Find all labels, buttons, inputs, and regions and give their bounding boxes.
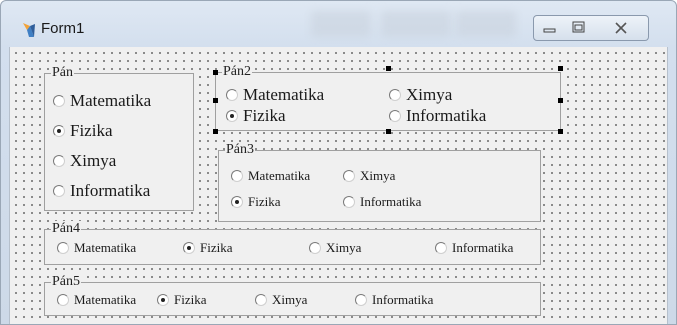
- radio-checked-icon: [226, 110, 238, 122]
- radio-matematika[interactable]: Matematika: [53, 91, 151, 111]
- radio-label: Fizika: [70, 121, 113, 140]
- radio-informatika[interactable]: Informatika: [435, 240, 513, 256]
- window-title: Form1: [41, 20, 85, 37]
- radio-circle-icon: [57, 294, 69, 306]
- radio-ximya[interactable]: Ximya: [53, 151, 116, 171]
- radio-circle-icon: [255, 294, 267, 306]
- selection-handle[interactable]: [386, 129, 391, 134]
- group-pan1: Pán Matematika Fizika Ximya Informatika: [44, 65, 194, 211]
- title-bar[interactable]: Form1: [1, 1, 676, 47]
- selection-handle[interactable]: [386, 66, 391, 71]
- selection-handle[interactable]: [213, 98, 218, 103]
- radio-circle-icon: [435, 242, 447, 254]
- radio-informatika[interactable]: Informatika: [343, 194, 421, 210]
- radio-informatika[interactable]: Informatika: [53, 181, 150, 201]
- radio-circle-icon: [389, 110, 401, 122]
- radio-circle-icon: [53, 155, 65, 167]
- form-design-surface[interactable]: Pán Matematika Fizika Ximya Informatika …: [9, 47, 668, 324]
- selection-handle[interactable]: [213, 129, 218, 134]
- radio-matematika[interactable]: Matematika: [231, 168, 310, 184]
- radio-circle-icon: [231, 170, 243, 182]
- radio-label: Matematika: [74, 240, 137, 255]
- group-label: Pán3: [225, 142, 255, 158]
- close-icon: [615, 22, 627, 34]
- radio-label: Ximya: [70, 151, 117, 170]
- radio-label: Matematika: [74, 292, 137, 307]
- app-icon: [23, 23, 35, 37]
- radio-label: Ximya: [272, 292, 308, 307]
- group-pan3: Pán3 Matematika Ximya Fizika Informatika: [218, 142, 541, 222]
- group-pan2[interactable]: Pán2 Matematika Ximya Fizika Informatika: [215, 64, 561, 131]
- radio-fizika[interactable]: Fizika: [53, 121, 113, 141]
- selection-handle[interactable]: [558, 129, 563, 134]
- radio-ximya[interactable]: Ximya: [343, 168, 395, 184]
- blurred-area: [311, 11, 371, 37]
- minimize-icon: [543, 28, 556, 33]
- radio-label: Informatika: [70, 181, 151, 200]
- radio-label: Informatika: [406, 106, 487, 125]
- radio-fizika[interactable]: Fizika: [157, 292, 207, 308]
- radio-ximya[interactable]: Ximya: [389, 85, 452, 105]
- blurred-area: [381, 11, 451, 37]
- radio-checked-icon: [53, 125, 65, 137]
- blurred-area: [456, 11, 516, 37]
- radio-label: Matematika: [70, 91, 152, 110]
- radio-label: Ximya: [360, 168, 396, 183]
- group-label: Pán2: [222, 64, 252, 80]
- radio-checked-icon: [231, 196, 243, 208]
- group-label: Pán: [51, 65, 74, 81]
- radio-circle-icon: [226, 89, 238, 101]
- radio-circle-icon: [389, 89, 401, 101]
- maximize-button[interactable]: [564, 15, 594, 41]
- selection-handle[interactable]: [213, 70, 218, 75]
- group-label: Pán4: [51, 221, 81, 237]
- radio-fizika[interactable]: Fizika: [226, 106, 286, 126]
- radio-checked-icon: [183, 242, 195, 254]
- radio-ximya[interactable]: Ximya: [255, 292, 307, 308]
- radio-circle-icon: [355, 294, 367, 306]
- radio-ximya[interactable]: Ximya: [309, 240, 361, 256]
- group-label: Pán5: [51, 274, 81, 290]
- radio-fizika[interactable]: Fizika: [183, 240, 233, 256]
- radio-informatika[interactable]: Informatika: [389, 106, 486, 126]
- selection-handle[interactable]: [558, 98, 563, 103]
- radio-fizika[interactable]: Fizika: [231, 194, 281, 210]
- radio-label: Fizika: [248, 194, 281, 209]
- radio-matematika[interactable]: Matematika: [226, 85, 324, 105]
- selection-handle[interactable]: [558, 66, 563, 71]
- radio-circle-icon: [343, 196, 355, 208]
- radio-label: Fizika: [200, 240, 233, 255]
- radio-circle-icon: [53, 95, 65, 107]
- radio-informatika[interactable]: Informatika: [355, 292, 433, 308]
- radio-label: Informatika: [360, 194, 422, 209]
- radio-label: Fizika: [243, 106, 286, 125]
- radio-label: Informatika: [452, 240, 514, 255]
- group-pan5: Pán5 Matematika Fizika Ximya Informatika: [44, 274, 541, 316]
- radio-matematika[interactable]: Matematika: [57, 292, 136, 308]
- minimize-button[interactable]: [533, 15, 565, 41]
- close-button[interactable]: [593, 15, 649, 41]
- radio-label: Matematika: [248, 168, 311, 183]
- radio-label: Informatika: [372, 292, 434, 307]
- maximize-icon: [572, 21, 585, 33]
- group-pan4: Pán4 Matematika Fizika Ximya Informatika: [44, 221, 541, 265]
- radio-checked-icon: [157, 294, 169, 306]
- radio-label: Fizika: [174, 292, 207, 307]
- form-window: Form1 Pán Matematika Fizika Ximya Inform…: [0, 0, 677, 325]
- radio-circle-icon: [343, 170, 355, 182]
- radio-circle-icon: [57, 242, 69, 254]
- radio-circle-icon: [53, 185, 65, 197]
- radio-circle-icon: [309, 242, 321, 254]
- radio-matematika[interactable]: Matematika: [57, 240, 136, 256]
- radio-label: Ximya: [406, 85, 453, 104]
- radio-label: Matematika: [243, 85, 325, 104]
- radio-label: Ximya: [326, 240, 362, 255]
